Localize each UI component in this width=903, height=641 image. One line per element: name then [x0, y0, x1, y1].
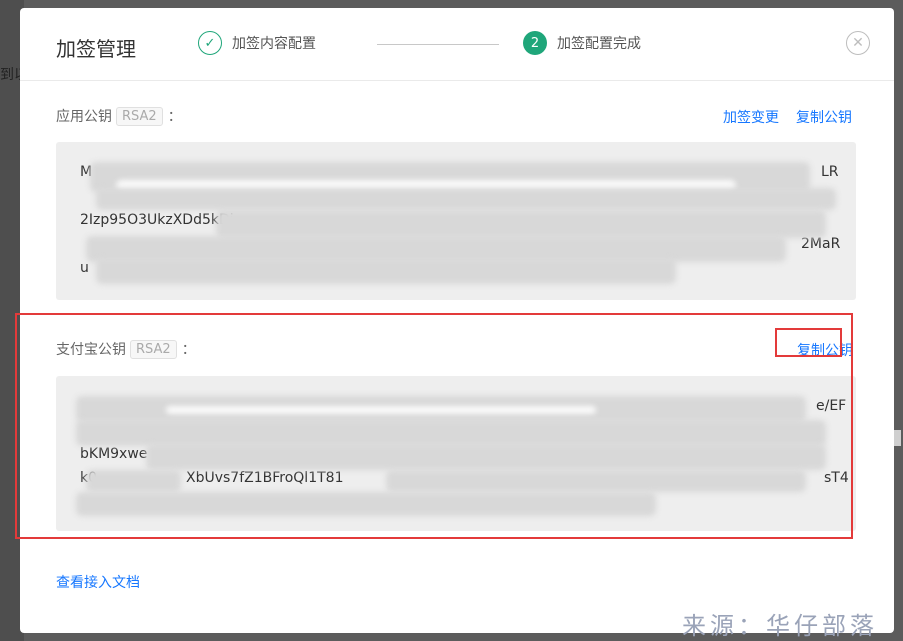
key-line-tail: LR [821, 164, 839, 180]
modal-title: 加签管理 [56, 37, 136, 61]
check-icon: ✓ [198, 31, 222, 55]
redaction [76, 420, 826, 446]
step-1-label: 加签内容配置 [232, 36, 316, 52]
app-key-box: M LR 2Izp95O3UkzXDd5kDi 2MaR u [56, 142, 856, 300]
redaction [216, 210, 826, 238]
label-colon: ： [167, 109, 182, 125]
app-key-label-group: 应用公钥 RSA2 ： [56, 106, 182, 126]
key-line-middle: XbUvs7fZ1BFroQl1T81 [186, 470, 344, 486]
key-line: 2Izp95O3UkzXDd5kDi [80, 212, 234, 228]
label-colon: ： [181, 342, 196, 358]
key-line: bKM9xwe [80, 446, 148, 462]
rsa2-badge: RSA2 [116, 106, 163, 126]
view-integration-docs-link[interactable]: 查看接入文档 [56, 572, 140, 592]
close-icon[interactable]: ✕ [846, 31, 870, 55]
change-signing-link[interactable]: 加签变更 [723, 107, 779, 127]
alipay-key-label: 支付宝公钥 [56, 342, 126, 358]
redaction [146, 444, 826, 470]
redaction [76, 492, 656, 516]
modal-header: 加签管理 ✓ 加签内容配置 2 加签配置完成 ✕ [20, 8, 894, 81]
redaction [166, 406, 596, 414]
key-line-tail: sT4 [824, 470, 849, 486]
rsa2-badge: RSA2 [130, 339, 177, 359]
alipay-key-box: e/EF bKM9xwe k0 XbUvs7fZ1BFroQl1T81 sT4 [56, 376, 856, 531]
key-line-tail: e/EF [816, 398, 847, 414]
source-watermark: 来源：华仔部落 [682, 612, 878, 640]
signing-management-modal: 加签管理 ✓ 加签内容配置 2 加签配置完成 ✕ 应用公钥 RSA2 ： 加签变… [20, 8, 894, 633]
alipay-key-label-group: 支付宝公钥 RSA2 ： [56, 339, 196, 359]
key-line-tail: 2MaR [801, 236, 841, 252]
redaction [96, 188, 836, 210]
redaction [86, 470, 181, 492]
step-1: ✓ 加签内容配置 [198, 31, 316, 55]
step-connector [377, 44, 499, 45]
redaction [386, 470, 806, 492]
step-2-label: 加签配置完成 [557, 36, 641, 52]
step-2-number: 2 [523, 31, 547, 55]
copy-alipay-key-link[interactable]: 复制公钥 [797, 340, 853, 360]
step-2: 2 加签配置完成 [523, 31, 641, 55]
key-line: u [80, 260, 89, 276]
redaction [96, 258, 676, 284]
app-key-label: 应用公钥 [56, 109, 112, 125]
copy-app-key-link[interactable]: 复制公钥 [796, 107, 852, 127]
